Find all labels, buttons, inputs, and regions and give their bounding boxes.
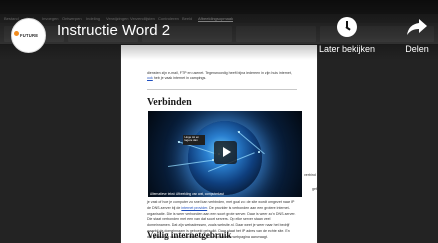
- document-page[interactable]: diensten zijn e-mail, FTP en usenet. Teg…: [121, 45, 317, 243]
- video-alt-caption: Alternatieve tekst: Afbeelding van wat, …: [150, 192, 224, 196]
- intro-paragraph: diensten zijn e-mail, FTP en usenet. Teg…: [147, 71, 302, 81]
- intro-line-1: diensten zijn e-mail, FTP en usenet. Teg…: [147, 71, 292, 75]
- right-margin-area: [318, 45, 438, 243]
- body-line: Die staat verbonden met een van dat soor…: [147, 217, 271, 222]
- play-icon: [223, 147, 231, 157]
- watch-later-button[interactable]: Later bekijken: [318, 17, 376, 54]
- clock-icon: [337, 17, 357, 37]
- intro-line-2: heb je vaak internet in campings.: [152, 76, 207, 80]
- internet-provider-link[interactable]: internet provider: [181, 206, 207, 210]
- body-line: je vast of hoe je computer zo snel kan v…: [147, 200, 295, 204]
- channel-logo[interactable]: FUTURE: [11, 18, 46, 53]
- share-icon: [407, 19, 427, 35]
- text-fragment: verbinding je vraagt: [304, 173, 316, 177]
- body-line: . De provider is verbonden aan een grote…: [207, 205, 290, 210]
- logo-dot-orange: [14, 31, 19, 36]
- play-button[interactable]: [214, 141, 237, 164]
- network-node: [178, 141, 180, 143]
- watch-later-label: Later bekijken: [318, 44, 376, 54]
- text-fragment: gebruik van: [312, 187, 318, 191]
- tooltip: Hoge tot en lagere dan: [183, 135, 205, 145]
- embedded-video-thumbnail[interactable]: Alternatieve tekst: Afbeelding van wat, …: [148, 111, 302, 197]
- body-line: domeinnamen. Dat zijn webadressen, zoals…: [147, 223, 290, 228]
- share-label: Delen: [405, 44, 429, 54]
- share-button[interactable]: Delen: [400, 17, 434, 54]
- channel-logo-text: FUTURE: [20, 33, 39, 38]
- video-title[interactable]: Instructie Word 2: [57, 22, 170, 39]
- heading-verbinden: Verbinden: [147, 97, 192, 108]
- network-node: [238, 131, 240, 133]
- network-node: [258, 151, 260, 153]
- section-divider: [147, 89, 297, 90]
- body-line: organisatie. Die is weer verbonden aan e…: [147, 211, 296, 216]
- left-margin-area: [0, 45, 120, 243]
- body-line: de DNS-server bij de: [147, 205, 182, 210]
- heading-veilig-internetgebruik: Veilig internetgebruik: [147, 230, 232, 240]
